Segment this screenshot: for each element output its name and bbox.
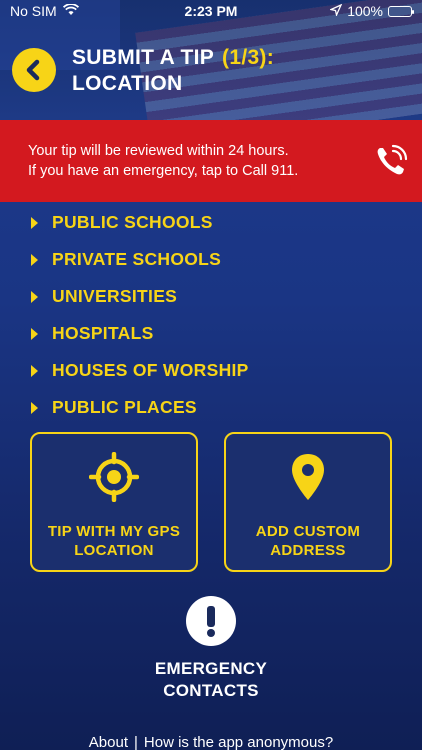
add-custom-address-button[interactable]: ADD CUSTOM ADDRESS bbox=[224, 432, 392, 572]
category-houses-of-worship[interactable]: HOUSES OF WORSHIP bbox=[30, 352, 410, 389]
header: No SIM 2:23 PM 100% SUBMIT A TIP (1/3): L… bbox=[0, 0, 422, 120]
category-universities[interactable]: UNIVERSITIES bbox=[30, 278, 410, 315]
footer-links: About | How is the app anonymous? bbox=[0, 734, 422, 750]
anonymous-info-link[interactable]: How is the app anonymous? bbox=[144, 734, 333, 750]
chevron-left-icon bbox=[26, 59, 40, 81]
category-label: HOUSES OF WORSHIP bbox=[52, 360, 249, 380]
category-public-schools[interactable]: PUBLIC SCHOOLS bbox=[30, 204, 410, 241]
gps-label-line-1: TIP WITH MY GPS bbox=[47, 523, 181, 540]
page-title: SUBMIT A TIP (1/3): LOCATION bbox=[72, 45, 274, 97]
exclamation-icon bbox=[186, 596, 236, 646]
caret-right-icon bbox=[30, 327, 52, 341]
status-time: 2:23 PM bbox=[184, 3, 238, 19]
footer-separator: | bbox=[134, 734, 138, 750]
emergency-contacts-button[interactable]: EMERGENCY CONTACTS bbox=[111, 596, 311, 702]
tip-with-gps-button[interactable]: TIP WITH MY GPS LOCATION bbox=[30, 432, 198, 572]
title-text: SUBMIT A TIP bbox=[72, 46, 215, 69]
wifi-icon bbox=[62, 3, 79, 19]
map-pin-icon bbox=[283, 452, 333, 502]
category-label: PUBLIC SCHOOLS bbox=[52, 212, 213, 232]
crosshair-icon bbox=[89, 452, 139, 502]
about-link[interactable]: About bbox=[89, 734, 128, 750]
caret-right-icon bbox=[30, 216, 52, 230]
phone-call-icon[interactable] bbox=[374, 144, 408, 178]
address-button-label: ADD CUSTOM ADDRESS bbox=[233, 522, 383, 560]
emergency-label-line-1: EMERGENCY bbox=[154, 659, 268, 678]
banner-text: Your tip will be reviewed within 24 hour… bbox=[28, 141, 358, 181]
caret-right-icon bbox=[30, 253, 52, 267]
gps-button-label: TIP WITH MY GPS LOCATION bbox=[39, 522, 189, 560]
battery-percent: 100% bbox=[347, 3, 383, 19]
caret-right-icon bbox=[30, 364, 52, 378]
category-label: PUBLIC PLACES bbox=[52, 397, 197, 417]
category-label: UNIVERSITIES bbox=[52, 286, 178, 306]
category-label: PRIVATE SCHOOLS bbox=[52, 249, 222, 269]
category-label: HOSPITALS bbox=[52, 323, 154, 343]
battery-icon bbox=[388, 5, 414, 17]
emergency-contacts-label: EMERGENCY CONTACTS bbox=[141, 658, 281, 702]
emergency-call-banner[interactable]: Your tip will be reviewed within 24 hour… bbox=[0, 120, 422, 202]
carrier-label: No SIM bbox=[10, 3, 57, 19]
address-label-line-2: ADDRESS bbox=[270, 542, 346, 559]
category-hospitals[interactable]: HOSPITALS bbox=[30, 315, 410, 352]
back-button[interactable] bbox=[12, 48, 56, 92]
category-list: PUBLIC SCHOOLS PRIVATE SCHOOLS UNIVERSIT… bbox=[30, 204, 410, 426]
caret-right-icon bbox=[30, 401, 52, 415]
banner-line-1: Your tip will be reviewed within 24 hour… bbox=[28, 143, 289, 159]
caret-right-icon bbox=[30, 290, 52, 304]
emergency-label-line-2: CONTACTS bbox=[163, 681, 259, 700]
gps-label-line-2: LOCATION bbox=[74, 542, 154, 559]
category-private-schools[interactable]: PRIVATE SCHOOLS bbox=[30, 241, 410, 278]
category-public-places[interactable]: PUBLIC PLACES bbox=[30, 389, 410, 426]
location-arrow-icon bbox=[329, 3, 343, 19]
banner-line-2: If you have an emergency, tap to Call 91… bbox=[28, 163, 299, 179]
status-bar: No SIM 2:23 PM 100% bbox=[0, 0, 422, 22]
step-indicator: (1/3): bbox=[222, 46, 275, 69]
address-label-line-1: ADD CUSTOM bbox=[255, 523, 361, 540]
title-subtext: LOCATION bbox=[72, 72, 183, 95]
